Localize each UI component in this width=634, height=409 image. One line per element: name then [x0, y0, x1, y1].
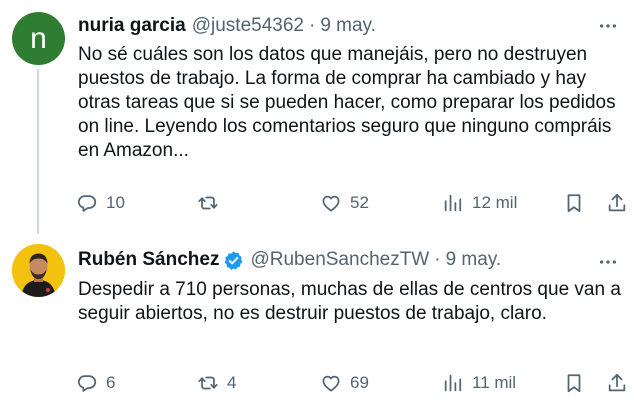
avatar-photo	[12, 244, 65, 297]
more-icon	[599, 260, 617, 264]
reply-button[interactable]: 6	[76, 368, 115, 398]
retweet-button[interactable]: 4	[197, 368, 236, 398]
like-button[interactable]: 69	[320, 368, 369, 398]
avatar[interactable]	[12, 244, 65, 297]
reply-count: 6	[106, 373, 116, 392]
reply-icon	[77, 195, 97, 212]
tweet-date[interactable]: 9 may.	[446, 249, 502, 271]
views-button[interactable]: 12 mil	[442, 188, 517, 218]
views-icon	[444, 194, 462, 212]
more-icon	[599, 24, 617, 28]
like-count: 69	[350, 373, 369, 392]
avatar-letter: n	[30, 21, 47, 55]
reply-count: 10	[106, 193, 125, 212]
verified-icon	[223, 250, 244, 271]
bookmark-button[interactable]	[563, 188, 585, 218]
tweet-text: Despedir a 710 personas, muchas de ellas…	[78, 279, 621, 324]
tweet-date[interactable]: 9 may.	[320, 15, 376, 37]
bookmark-icon	[567, 374, 581, 393]
bookmark-button[interactable]	[563, 368, 585, 398]
tweet-header: Rubén Sánchez @RubenSanchezTW · 9 may.	[78, 248, 501, 272]
views-icon	[444, 374, 462, 392]
separator-dot: ·	[434, 249, 441, 270]
retweet-icon	[198, 196, 218, 210]
bookmark-icon	[567, 194, 581, 213]
more-options-button[interactable]	[596, 14, 620, 38]
share-icon	[608, 373, 626, 392]
views-button[interactable]: 11 mil	[442, 368, 516, 398]
tweet-actions: 6 4 69 11 mil	[0, 368, 634, 398]
tweet-nuria-garcia[interactable]: n nuria garcia @juste54362 · 9 may. No s…	[0, 0, 634, 234]
like-count: 52	[350, 193, 369, 212]
author-handle[interactable]: @juste54362	[192, 15, 304, 37]
author-handle[interactable]: @RubenSanchezTW	[250, 249, 429, 271]
tweet-text: No sé cuáles son los datos que manejáis,…	[78, 44, 616, 161]
share-icon	[608, 193, 626, 212]
like-icon	[322, 195, 340, 212]
views-count: 12 mil	[472, 193, 518, 212]
like-icon	[322, 375, 340, 392]
author-name[interactable]: Rubén Sánchez	[78, 249, 219, 271]
author-name[interactable]: nuria garcia	[78, 15, 186, 37]
retweet-count: 4	[227, 373, 237, 392]
tweet-header: nuria garcia @juste54362 · 9 may.	[78, 14, 376, 38]
tweet-actions: 10 52 12 mil	[0, 188, 634, 218]
like-button[interactable]: 52	[320, 188, 369, 218]
avatar[interactable]: n	[12, 12, 65, 65]
views-count: 11 mil	[472, 373, 517, 392]
more-options-button[interactable]	[596, 250, 620, 274]
retweet-icon	[198, 376, 218, 390]
reply-icon	[77, 375, 97, 392]
share-button[interactable]	[606, 188, 628, 218]
share-button[interactable]	[606, 368, 628, 398]
tweet-ruben-sanchez[interactable]: Rubén Sánchez @RubenSanchezTW · 9 may. D…	[0, 230, 634, 409]
reply-button[interactable]: 10	[76, 188, 125, 218]
retweet-button[interactable]	[197, 188, 227, 218]
separator-dot: ·	[308, 15, 316, 36]
